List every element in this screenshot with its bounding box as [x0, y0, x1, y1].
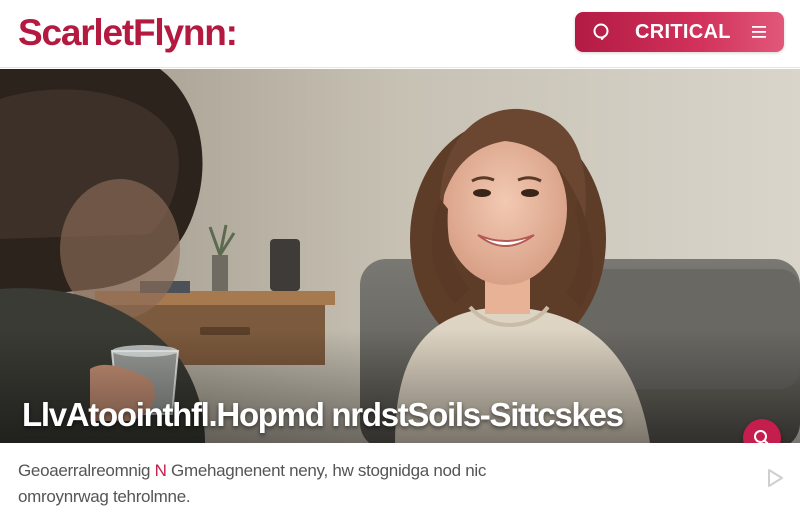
- hero-headline[interactable]: LlvAtoointhfl.Hopmd nrdstSoils-Sittcskes: [22, 395, 782, 435]
- search-icon[interactable]: [591, 22, 611, 42]
- caption-text-start: Geoaerralreomnig: [18, 461, 155, 480]
- site-logo[interactable]: ScarletFlynn:: [18, 11, 238, 55]
- article-caption: Geoaerralreomnig N Gmehagnenent neny, hw…: [18, 458, 738, 510]
- caption-text-line2: omroynrwag tehrolmne.: [18, 487, 191, 506]
- hero-photo: [0, 69, 800, 443]
- critical-pill-button[interactable]: CRITICAL: [575, 12, 784, 52]
- caption-accent-letter: N: [154, 461, 167, 480]
- hero-image: [0, 69, 800, 443]
- caption-text-end: Gmehagnenent neny, hw stognidga nod nic: [166, 461, 487, 480]
- site-header: ScarletFlynn: CRITICAL: [0, 0, 800, 68]
- play-icon[interactable]: [766, 468, 784, 488]
- critical-label: CRITICAL: [635, 21, 731, 43]
- menu-icon[interactable]: [751, 25, 767, 39]
